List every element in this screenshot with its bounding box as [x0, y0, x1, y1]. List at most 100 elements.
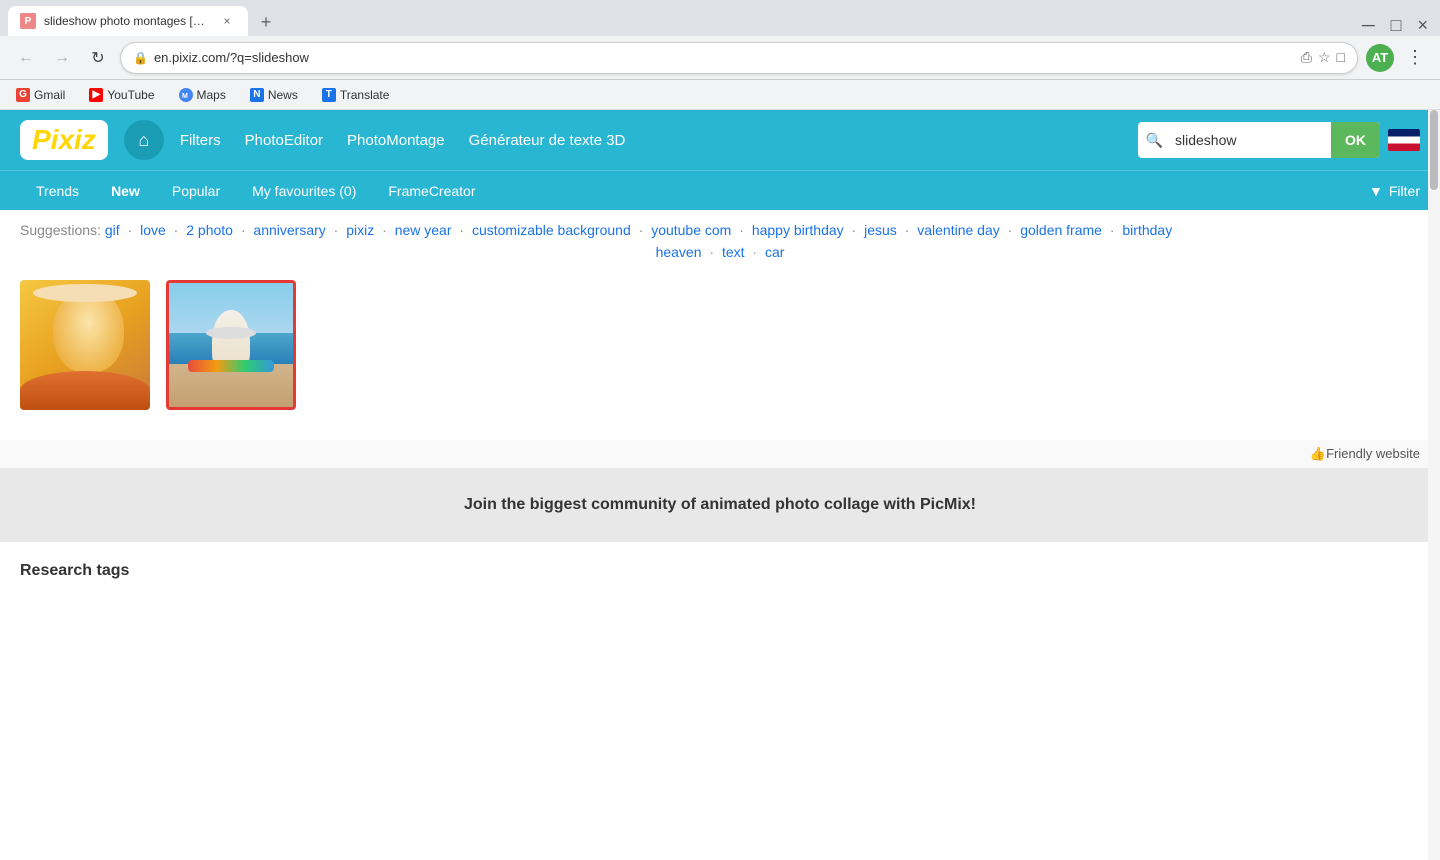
bookmark-youtube[interactable]: ▶ YouTube	[85, 86, 158, 104]
filter-label: Filter	[1389, 183, 1420, 199]
suggestions-bar: Suggestions: gif · love · 2 photo · anni…	[0, 210, 1440, 244]
pixiz-nav: Pixiz ⌂ Filters PhotoEditor PhotoMontage…	[0, 110, 1440, 170]
tab-favicon: P	[20, 13, 36, 29]
bookmark-news-label: News	[268, 88, 298, 102]
url-display[interactable]: en.pixiz.com/?q=slideshow	[154, 50, 1295, 65]
suggestion-youtube-com[interactable]: youtube com	[651, 222, 731, 238]
join-banner: Join the biggest community of animated p…	[0, 468, 1440, 542]
tab-close-icon[interactable]: ×	[218, 12, 236, 30]
star-icon[interactable]: ☆	[1318, 49, 1331, 66]
suggestion-text[interactable]: text	[722, 244, 745, 260]
scrollbar-track[interactable]	[1428, 110, 1440, 860]
minimize-button[interactable]: ─	[1358, 15, 1379, 36]
suggestion-birthday[interactable]: birthday	[1122, 222, 1172, 238]
search-ok-button[interactable]: OK	[1331, 122, 1380, 158]
results-grid	[0, 270, 1440, 420]
search-area: 🔍 OK	[1138, 122, 1420, 158]
result-image-1	[20, 280, 150, 410]
pixiz-logo[interactable]: Pixiz	[20, 120, 108, 160]
new-tab-button[interactable]: +	[252, 8, 280, 36]
svg-text:M: M	[182, 93, 188, 100]
subnav-new[interactable]: New	[95, 171, 156, 211]
suggestions-prefix: Suggestions:	[20, 222, 105, 238]
back-button[interactable]: ←	[12, 44, 40, 72]
suggestion-happy-birthday[interactable]: happy birthday	[752, 222, 844, 238]
bookmark-maps[interactable]: M Maps	[175, 86, 230, 104]
maps-favicon: M	[179, 88, 193, 102]
subnav-popular[interactable]: Popular	[156, 171, 236, 211]
friendly-label: Friendly website	[1326, 446, 1420, 462]
subnav-frame-creator[interactable]: FrameCreator	[372, 171, 491, 211]
suggestion-2photo[interactable]: 2 photo	[186, 222, 233, 238]
tab-title: slideshow photo montages [p. 1	[44, 14, 210, 28]
result-card-2[interactable]	[166, 280, 296, 410]
suggestion-anniversary[interactable]: anniversary	[253, 222, 325, 238]
bookmark-translate[interactable]: T Translate	[318, 86, 394, 104]
bookmark-maps-label: Maps	[197, 88, 226, 102]
friendly-icon: 👍	[1310, 446, 1326, 462]
suggestion-heaven[interactable]: heaven	[656, 244, 702, 260]
subnav-trends[interactable]: Trends	[20, 171, 95, 211]
bookmark-news[interactable]: N News	[246, 86, 302, 104]
youtube-favicon: ▶	[89, 88, 103, 102]
suggestion-golden-frame[interactable]: golden frame	[1020, 222, 1102, 238]
research-tags-label: Research tags	[20, 562, 129, 579]
suggestion-customizable-bg[interactable]: customizable background	[472, 222, 631, 238]
nav-filters[interactable]: Filters	[180, 132, 221, 149]
pixiz-subnav: Trends New Popular My favourites (0) Fra…	[0, 170, 1440, 210]
maximize-button[interactable]: □	[1387, 15, 1406, 36]
join-text: Join the biggest community of animated p…	[464, 496, 976, 513]
active-tab[interactable]: P slideshow photo montages [p. 1 ×	[8, 6, 248, 36]
nav-text-gen[interactable]: Générateur de texte 3D	[469, 132, 626, 149]
result-card-1[interactable]	[20, 280, 150, 410]
address-bar[interactable]: 🔒 en.pixiz.com/?q=slideshow ⎙ ☆ □	[120, 42, 1358, 74]
result-image-2	[166, 280, 296, 410]
filter-button[interactable]: ▼ Filter	[1369, 183, 1420, 199]
refresh-button[interactable]: ↻	[84, 44, 112, 72]
search-input[interactable]	[1171, 132, 1331, 148]
filter-icon: ▼	[1369, 183, 1383, 199]
gmail-favicon: G	[16, 88, 30, 102]
bookmarks-bar: G Gmail ▶ YouTube M Maps N News T Transl…	[0, 80, 1440, 110]
search-icon: 🔍	[1138, 132, 1171, 149]
home-button[interactable]: ⌂	[124, 120, 164, 160]
subnav-my-favourites[interactable]: My favourites (0)	[236, 171, 372, 211]
omnibox-bar: ← → ↻ 🔒 en.pixiz.com/?q=slideshow ⎙ ☆ □ …	[0, 36, 1440, 80]
profile-button[interactable]: AT	[1366, 44, 1394, 72]
suggestion-love[interactable]: love	[140, 222, 166, 238]
bookmark-gmail-label: Gmail	[34, 88, 65, 102]
research-tags-section: Research tags	[0, 542, 1440, 600]
suggestion-new-year[interactable]: new year	[395, 222, 452, 238]
bookmark-translate-label: Translate	[340, 88, 390, 102]
news-favicon: N	[250, 88, 264, 102]
friendly-bar: 👍 Friendly website	[0, 440, 1440, 468]
share-icon[interactable]: ⎙	[1301, 49, 1312, 66]
menu-button[interactable]: ⋮	[1402, 47, 1428, 68]
main-nav: Filters PhotoEditor PhotoMontage Générat…	[180, 132, 626, 149]
language-flag[interactable]	[1388, 129, 1420, 151]
suggestions-line2: heaven · text · car	[0, 244, 1440, 270]
tab-bar: P slideshow photo montages [p. 1 × + ─ □…	[0, 0, 1440, 36]
lock-icon: 🔒	[133, 51, 148, 65]
suggestion-gif[interactable]: gif	[105, 222, 120, 238]
translate-favicon: T	[322, 88, 336, 102]
suggestion-car[interactable]: car	[765, 244, 784, 260]
suggestion-jesus[interactable]: jesus	[864, 222, 897, 238]
suggestion-pixiz[interactable]: pixiz	[346, 222, 374, 238]
nav-photo-montage[interactable]: PhotoMontage	[347, 132, 445, 149]
page-footer: 👍 Friendly website Join the biggest comm…	[0, 440, 1440, 600]
nav-photo-editor[interactable]: PhotoEditor	[245, 132, 323, 149]
pixiz-header: Pixiz ⌂ Filters PhotoEditor PhotoMontage…	[0, 110, 1440, 210]
scrollbar-thumb[interactable]	[1430, 110, 1438, 190]
bookmark-youtube-label: YouTube	[107, 88, 154, 102]
omnibox-actions: ⎙ ☆ □	[1301, 49, 1345, 66]
forward-button[interactable]: →	[48, 44, 76, 72]
view-icon[interactable]: □	[1337, 49, 1345, 66]
search-box: 🔍 OK	[1138, 122, 1380, 158]
suggestion-valentine-day[interactable]: valentine day	[917, 222, 1000, 238]
close-button[interactable]: ×	[1413, 15, 1432, 36]
page-content: Pixiz ⌂ Filters PhotoEditor PhotoMontage…	[0, 110, 1440, 860]
browser-chrome: P slideshow photo montages [p. 1 × + ─ □…	[0, 0, 1440, 110]
window-controls: ─ □ ×	[1358, 15, 1432, 36]
bookmark-gmail[interactable]: G Gmail	[12, 86, 69, 104]
